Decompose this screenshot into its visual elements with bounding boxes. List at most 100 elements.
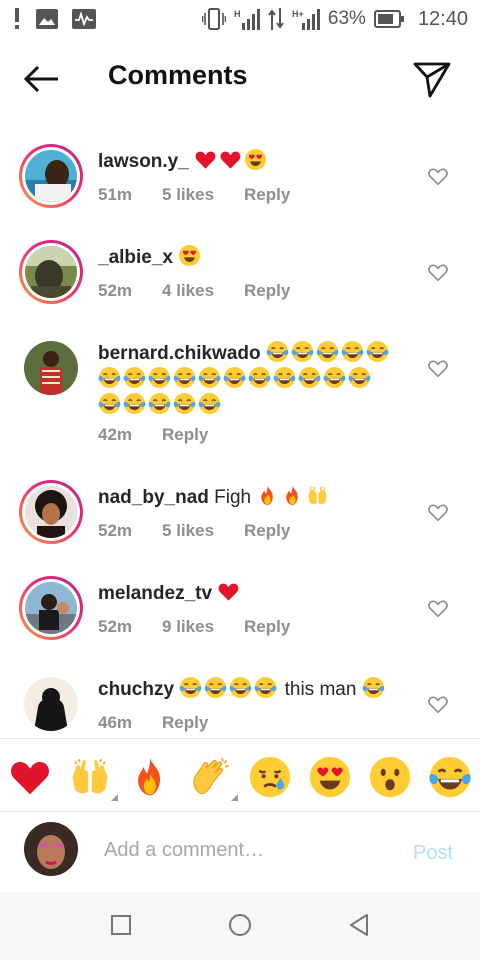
like-heart-icon[interactable] <box>427 166 449 186</box>
heart-eyes-icon <box>244 148 267 171</box>
like-heart-icon[interactable] <box>427 598 449 618</box>
comment-time: 42m <box>98 425 133 444</box>
comment-text: nad_by_nad Figh <box>98 484 398 510</box>
tears-of-joy-icon <box>229 676 252 699</box>
tears-of-joy-icon <box>266 340 289 363</box>
quick-emoji-clapping-hands[interactable] <box>188 755 238 801</box>
comment-username[interactable]: melandez_tv <box>98 583 212 604</box>
reply-button[interactable]: Reply <box>244 521 290 541</box>
tears-of-joy-icon <box>204 676 227 699</box>
tears-of-joy-icon <box>366 340 389 363</box>
comment-time: 52m <box>98 521 133 540</box>
comment-likes[interactable]: 9 likes <box>162 617 214 637</box>
comment-time: 46m <box>98 713 133 732</box>
tears-of-joy-icon <box>323 366 346 389</box>
tears-of-joy-icon <box>179 676 202 699</box>
recents-button[interactable] <box>106 910 136 940</box>
like-heart-icon[interactable] <box>427 262 449 282</box>
avatar[interactable] <box>19 576 83 640</box>
vibrate-icon <box>201 8 226 30</box>
status-bar: H H+ 63% 12:40 <box>0 0 480 38</box>
like-heart-icon[interactable] <box>427 502 449 522</box>
comment-username[interactable]: _albie_x <box>98 247 173 268</box>
reply-button[interactable]: Reply <box>162 425 208 445</box>
red-heart-icon <box>217 580 240 603</box>
tears-of-joy-icon <box>223 366 246 389</box>
reply-button[interactable]: Reply <box>244 185 290 205</box>
raising-hands-icon <box>68 755 112 799</box>
quick-emoji-fire[interactable] <box>128 755 172 799</box>
tears-of-joy-icon <box>298 366 321 389</box>
svg-text:H+: H+ <box>292 9 304 19</box>
avatar[interactable] <box>19 480 83 544</box>
avatar[interactable] <box>19 336 83 400</box>
comments-list[interactable]: lawson.y_ 51m 5 likes Reply _albie_x 52m… <box>0 130 480 736</box>
comment-likes[interactable]: 5 likes <box>162 185 214 205</box>
tears-of-joy-icon <box>98 392 121 415</box>
avatar[interactable] <box>19 240 83 304</box>
like-heart-icon[interactable] <box>427 694 449 714</box>
tears-of-joy-icon <box>291 340 314 363</box>
comment-input[interactable] <box>104 832 394 868</box>
fire-icon <box>128 755 172 799</box>
quick-emoji-raising-hands[interactable] <box>68 755 118 801</box>
activity-icon <box>72 9 96 29</box>
battery-icon <box>373 10 404 28</box>
quick-emoji-red-heart[interactable] <box>8 755 52 799</box>
tears-of-joy-icon <box>254 676 277 699</box>
comment-body: Figh <box>214 487 252 508</box>
home-button[interactable] <box>225 910 255 940</box>
comment-username[interactable]: bernard.chikwado <box>98 343 261 364</box>
reply-button[interactable]: Reply <box>244 617 290 637</box>
quick-emoji-surprised-face[interactable] <box>368 755 412 799</box>
signal-hplus-icon: H+ <box>292 8 320 30</box>
like-heart-icon[interactable] <box>427 358 449 378</box>
my-avatar <box>24 822 78 876</box>
skin-tone-indicator <box>231 794 238 801</box>
send-icon <box>413 62 451 98</box>
back-button[interactable] <box>22 64 62 94</box>
comment-text: chuchzy this man <box>98 676 398 702</box>
comment-meta: 46m Reply <box>98 713 208 733</box>
back-triangle-icon <box>350 914 368 936</box>
tears-of-joy-icon <box>123 366 146 389</box>
signal-h-icon: H <box>234 8 260 30</box>
red-heart-icon <box>194 148 217 171</box>
data-arrows-icon <box>268 8 284 30</box>
comment-text: _albie_x <box>98 244 398 270</box>
raising-hands-icon <box>306 484 329 507</box>
back-nav-button[interactable] <box>344 910 374 940</box>
quick-emoji-crying-face[interactable] <box>248 755 292 799</box>
post-button[interactable]: Post <box>413 842 453 865</box>
quick-emoji-heart-eyes[interactable] <box>308 755 352 799</box>
quick-emoji-tears-of-joy[interactable] <box>428 755 472 799</box>
comment-time: 52m <box>98 617 133 636</box>
comment-meta: 52m 5 likes Reply <box>98 521 290 541</box>
comment-text: bernard.chikwado <box>98 340 398 418</box>
comment-username[interactable]: lawson.y_ <box>98 151 189 172</box>
reply-button[interactable]: Reply <box>162 713 208 733</box>
reply-button[interactable]: Reply <box>244 281 290 301</box>
tears-of-joy-icon <box>362 676 385 699</box>
share-button[interactable] <box>410 60 454 100</box>
comment-username[interactable]: chuchzy <box>98 679 174 700</box>
comment-time: 52m <box>98 281 133 300</box>
fire-icon <box>281 484 304 507</box>
comment-time: 51m <box>98 185 133 204</box>
arrow-left-icon <box>23 65 58 93</box>
skin-tone-indicator <box>111 794 118 801</box>
alert-icon <box>12 8 22 30</box>
comment-username[interactable]: nad_by_nad <box>98 487 209 508</box>
tears-of-joy-icon <box>148 366 171 389</box>
comment-likes[interactable]: 5 likes <box>162 521 214 541</box>
tears-of-joy-icon <box>316 340 339 363</box>
clock: 12:40 <box>417 7 468 30</box>
tears-of-joy-icon <box>348 366 371 389</box>
home-circle-icon <box>229 914 251 936</box>
avatar[interactable] <box>19 672 83 736</box>
comment-meta: 52m 9 likes Reply <box>98 617 290 637</box>
tears-of-joy-icon <box>148 392 171 415</box>
avatar[interactable] <box>19 144 83 208</box>
comment-meta: 52m 4 likes Reply <box>98 281 290 301</box>
comment-likes[interactable]: 4 likes <box>162 281 214 301</box>
